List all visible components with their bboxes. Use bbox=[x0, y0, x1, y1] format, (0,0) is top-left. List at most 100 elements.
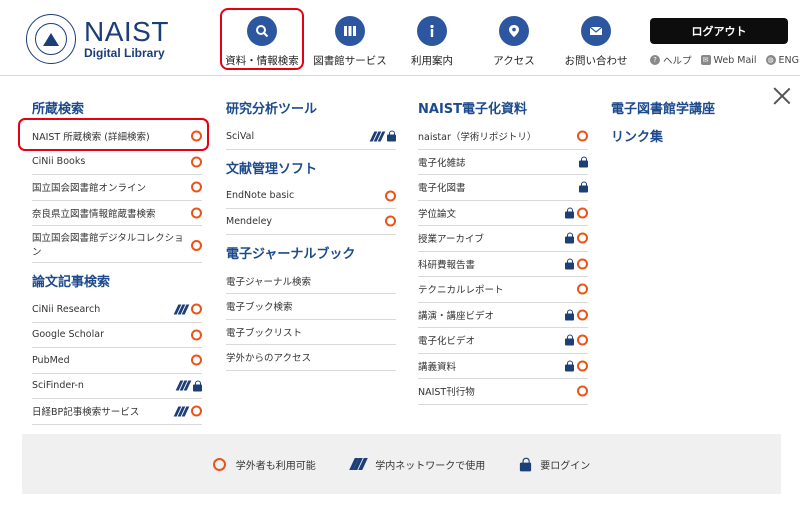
util-label: ENG bbox=[778, 54, 800, 66]
nav-item-library-services[interactable]: 図書館サービス bbox=[310, 8, 390, 70]
lock-icon bbox=[387, 130, 396, 142]
public-circle-icon bbox=[191, 130, 202, 142]
section-title-links[interactable]: リンク集 bbox=[611, 128, 781, 148]
mail-icon bbox=[581, 16, 611, 46]
menu-link-label: 奈良県立図書情報館蔵書検索 bbox=[32, 208, 156, 220]
search-icon bbox=[247, 16, 277, 46]
menu-link[interactable]: 学位論文 bbox=[418, 201, 588, 226]
global-nav: 資料・情報検索 図書館サービス 利用案内 アクセス お問い合わせ bbox=[220, 8, 638, 70]
public-circle-icon bbox=[212, 457, 226, 471]
menu-column-1: 所蔵検索 NAIST 所蔵検索 (詳細検索) CiNii Books 国立国会図書館… bbox=[32, 100, 202, 425]
menu-link-label: 日経BP記事検索サービス bbox=[32, 407, 140, 419]
menu-link[interactable]: 電子化図書 bbox=[418, 175, 588, 201]
campus-network-icon bbox=[369, 131, 386, 142]
menu-link-label: 電子化ビデオ bbox=[418, 336, 476, 348]
help-link[interactable]: ? ヘルプ bbox=[650, 53, 692, 67]
menu-link[interactable]: 電子ジャーナル検索 bbox=[226, 269, 396, 294]
menu-link[interactable]: 国立国会図書館デジタルコレクション bbox=[32, 226, 202, 263]
site-logo[interactable]: NAIST Digital Library bbox=[26, 14, 169, 64]
menu-link[interactable]: SciFinder-n bbox=[32, 374, 202, 399]
menu-link[interactable]: 授業アーカイブ bbox=[418, 226, 588, 252]
menu-link[interactable]: 電子ブック検索 bbox=[226, 294, 396, 320]
menu-link[interactable]: CiNii Books bbox=[32, 150, 202, 175]
access-marks bbox=[188, 181, 202, 193]
nav-item-contact[interactable]: お問い合わせ bbox=[556, 8, 636, 70]
menu-link-label: NAIST刊行物 bbox=[418, 387, 475, 399]
menu-link[interactable]: 講演・講座ビデオ bbox=[418, 303, 588, 328]
menu-link[interactable]: テクニカルレポート bbox=[418, 277, 588, 303]
menu-link[interactable]: EndNote basic bbox=[226, 184, 396, 209]
lock-icon bbox=[579, 181, 588, 193]
menu-link[interactable]: 日経BP記事検索サービス bbox=[32, 399, 202, 425]
lock-icon bbox=[565, 258, 574, 270]
nav-item-search[interactable]: 資料・情報検索 bbox=[220, 8, 304, 70]
nav-label: アクセス bbox=[493, 55, 535, 67]
section-title-analysis: 研究分析ツール bbox=[226, 102, 318, 117]
webmail-link[interactable]: ✉ Web Mail bbox=[700, 53, 757, 67]
menu-link[interactable]: 学外からのアクセス bbox=[226, 345, 396, 371]
logout-button[interactable]: ログアウト bbox=[650, 18, 788, 44]
access-marks bbox=[173, 405, 202, 417]
access-marks bbox=[188, 354, 202, 366]
menu-link[interactable]: 電子化雑誌 bbox=[418, 150, 588, 175]
menu-link-label: 電子ジャーナル検索 bbox=[226, 276, 312, 288]
nav-label: 図書館サービス bbox=[313, 55, 387, 67]
menu-link[interactable]: 電子化ビデオ bbox=[418, 328, 588, 354]
menu-link[interactable]: 科研費報告書 bbox=[418, 252, 588, 277]
menu-link[interactable]: CiNii Research bbox=[32, 297, 202, 323]
access-marks bbox=[562, 334, 588, 346]
menu-link[interactable]: naistar（学術リポジトリ） bbox=[418, 124, 588, 150]
menu-link-label: 国立国会図書館オンライン bbox=[32, 183, 147, 195]
menu-link-label: SciVal bbox=[226, 130, 255, 142]
section-title-lecture[interactable]: 電子図書館学講座 bbox=[611, 100, 781, 120]
legend-bar: 学外者も利用可能 学内ネットワークで使用 要ログイン bbox=[22, 434, 781, 494]
menu-link-label: CiNii Research bbox=[32, 303, 101, 315]
reference-list: EndNote basic Mendeley bbox=[226, 184, 396, 235]
english-link[interactable]: ◍ ENG bbox=[765, 53, 800, 67]
nav-label: お問い合わせ bbox=[564, 55, 628, 67]
public-circle-icon bbox=[385, 190, 396, 202]
menu-link[interactable]: NAIST刊行物 bbox=[418, 379, 588, 405]
access-marks bbox=[188, 329, 202, 341]
section-title-holdings: 所蔵検索 bbox=[32, 102, 85, 117]
section-title-digital: NAIST電子化資料 bbox=[418, 102, 528, 117]
menu-link-label: 国立国会図書館デジタルコレクション bbox=[32, 233, 184, 258]
menu-link[interactable]: 国立国会図書館オンライン bbox=[32, 175, 202, 201]
menu-link-label: テクニカルレポート bbox=[418, 285, 504, 297]
digital-list: naistar（学術リポジトリ） 電子化雑誌 電子化図書 学位論文 授業アーカイブ 科研費… bbox=[418, 124, 588, 405]
public-circle-icon bbox=[577, 258, 588, 270]
menu-link[interactable]: 電子ブックリスト bbox=[226, 320, 396, 345]
help-icon: ? bbox=[650, 55, 660, 65]
lock-icon bbox=[565, 309, 574, 321]
menu-link-label: NAIST 所蔵検索 (詳細検索) bbox=[32, 132, 150, 144]
legend-label: 要ログイン bbox=[540, 460, 591, 472]
menu-link[interactable]: Mendeley bbox=[226, 209, 396, 235]
public-circle-icon bbox=[191, 405, 202, 417]
menu-link[interactable]: SciVal bbox=[226, 124, 396, 150]
menu-column-2: 研究分析ツール SciVal 文献管理ソフト EndNote basic Mend… bbox=[226, 100, 396, 371]
util-label: ヘルプ bbox=[663, 56, 692, 67]
menu-link[interactable]: NAIST 所蔵検索 (詳細検索) bbox=[32, 124, 202, 150]
public-circle-icon bbox=[191, 329, 202, 341]
access-marks bbox=[382, 215, 396, 227]
nav-item-access[interactable]: アクセス bbox=[474, 8, 554, 70]
menu-link[interactable]: 奈良県立図書情報館蔵書検索 bbox=[32, 201, 202, 226]
section-title-reference: 文献管理ソフト bbox=[226, 161, 318, 177]
menu-link[interactable]: 講義資料 bbox=[418, 354, 588, 379]
access-marks bbox=[576, 156, 588, 168]
public-circle-icon bbox=[191, 181, 202, 193]
site-header: NAIST Digital Library 資料・情報検索 図書館サービス 利用… bbox=[0, 0, 800, 76]
public-circle-icon bbox=[191, 156, 202, 168]
public-circle-icon bbox=[577, 309, 588, 321]
nav-item-guide[interactable]: 利用案内 bbox=[392, 8, 472, 70]
ejournal-list: 電子ジャーナル検索電子ブック検索 電子ブックリスト 学外からのアクセス bbox=[226, 269, 396, 371]
menu-link[interactable]: PubMed bbox=[32, 348, 202, 374]
public-circle-icon bbox=[577, 130, 588, 142]
access-marks bbox=[574, 130, 588, 142]
access-marks bbox=[562, 309, 588, 321]
logo-main-text: NAIST bbox=[84, 16, 169, 47]
menu-link[interactable]: Google Scholar bbox=[32, 323, 202, 348]
legend-public: 学外者も利用可能 bbox=[212, 457, 316, 472]
section-title-ejournal: 電子ジャーナルブック bbox=[226, 246, 356, 262]
menu-link-label: Mendeley bbox=[226, 215, 273, 227]
